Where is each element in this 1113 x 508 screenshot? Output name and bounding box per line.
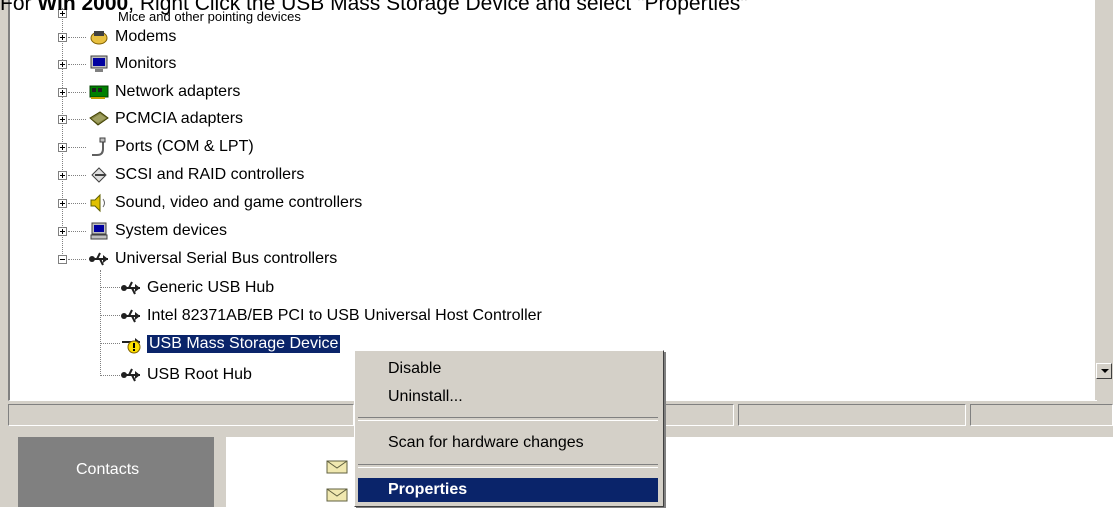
- expand-toggle-modems[interactable]: [58, 33, 67, 42]
- expand-toggle-monitors[interactable]: [58, 60, 67, 69]
- tree-item-usb-controllers[interactable]: Universal Serial Bus controllers: [88, 247, 337, 271]
- tree-item-system-devices[interactable]: System devices: [88, 219, 227, 243]
- modem-icon: [88, 27, 110, 47]
- menu-item-disable[interactable]: Disable: [358, 357, 658, 381]
- envelope-icon: [326, 459, 350, 480]
- system-device-icon: [88, 221, 110, 241]
- status-cell: [970, 404, 1113, 426]
- network-adapter-icon: [88, 82, 110, 102]
- tree-item-label: Intel 82371AB/EB PCI to USB Universal Ho…: [147, 307, 542, 324]
- tree-item-generic-usb-hub[interactable]: Generic USB Hub: [120, 276, 274, 300]
- usb-icon: [88, 249, 110, 269]
- device-manager-window: Mice and other pointing devices Modems M…: [0, 0, 1113, 402]
- tree-connector: [68, 64, 86, 65]
- tree-item-label: Universal Serial Bus controllers: [115, 250, 338, 267]
- menu-item-label: Properties: [388, 481, 468, 498]
- status-cell: [8, 404, 354, 426]
- tree-connector: [68, 147, 86, 148]
- tree-connector: [100, 287, 120, 288]
- expand-toggle-system[interactable]: [58, 227, 67, 236]
- contacts-label: Contacts: [76, 461, 140, 478]
- caption-prefix: For: [0, 0, 38, 15]
- device-tree-pane: Mice and other pointing devices Modems M…: [8, 0, 1097, 401]
- tree-item-modems[interactable]: Modems: [88, 25, 176, 49]
- tree-item-sound[interactable]: Sound, video and game controllers: [88, 191, 362, 215]
- menu-item-uninstall[interactable]: Uninstall...: [358, 385, 658, 409]
- tree-item-label: Modems: [115, 28, 177, 45]
- menu-item-properties[interactable]: Properties: [358, 478, 658, 502]
- tree-item-label: Ports (COM & LPT): [115, 138, 254, 155]
- tree-connector: [100, 315, 120, 316]
- menu-item-label: Uninstall...: [388, 388, 463, 405]
- monitor-icon: [88, 54, 110, 74]
- expand-toggle-pcmcia[interactable]: [58, 115, 67, 124]
- tree-connector: [68, 119, 86, 120]
- tree-connector: [68, 259, 86, 260]
- tree-item-usb-root-hub[interactable]: USB Root Hub: [120, 363, 252, 387]
- tree-item-label: Monitors: [115, 55, 177, 72]
- vertical-scrollbar[interactable]: [1095, 0, 1113, 400]
- collapse-toggle-usb[interactable]: [58, 255, 67, 264]
- tree-item-label: PCMCIA adapters: [115, 110, 244, 127]
- tree-connector: [100, 375, 120, 376]
- usb-icon: [120, 306, 142, 326]
- expand-toggle-sound[interactable]: [58, 199, 67, 208]
- expand-toggle-scsi[interactable]: [58, 171, 67, 180]
- contacts-shortcut[interactable]: Contacts: [18, 437, 214, 507]
- usb-branch-spine: [100, 270, 101, 376]
- menu-item-label: Disable: [388, 360, 442, 377]
- menu-separator: [358, 417, 658, 421]
- caption-suffix: , Right Click the USB Mass Storage Devic…: [128, 0, 748, 15]
- scroll-down-arrow-icon[interactable]: [1096, 363, 1112, 379]
- status-cell: [738, 404, 966, 426]
- context-menu: Disable Uninstall... Scan for hardware c…: [354, 350, 664, 507]
- pcmcia-icon: [88, 109, 110, 129]
- tree-item-intel-host-controller[interactable]: Intel 82371AB/EB PCI to USB Universal Ho…: [120, 304, 542, 328]
- usb-warning-icon: [120, 334, 142, 354]
- envelope-icon: [326, 487, 350, 508]
- tree-item-usb-mass-storage[interactable]: USB Mass Storage Device: [120, 332, 342, 356]
- usb-icon: [120, 365, 142, 385]
- scsi-icon: [88, 165, 110, 185]
- tree-item-label: Network adapters: [115, 83, 241, 100]
- tree-connector: [68, 203, 86, 204]
- tree-connector: [68, 231, 86, 232]
- tree-connector: [68, 37, 86, 38]
- tree-item-scsi[interactable]: SCSI and RAID controllers: [88, 163, 304, 187]
- status-cell: [664, 404, 734, 426]
- menu-item-scan[interactable]: Scan for hardware changes: [358, 431, 658, 455]
- sound-icon: [88, 193, 110, 213]
- tree-item-pcmcia[interactable]: PCMCIA adapters: [88, 107, 243, 131]
- tree-item-label: Sound, video and game controllers: [115, 194, 363, 211]
- tree-connector: [68, 92, 86, 93]
- menu-separator: [358, 464, 658, 468]
- caption-os-name: Win 2000: [37, 0, 129, 15]
- usb-icon: [120, 278, 142, 298]
- instruction-caption: For Win 2000, Right Click the USB Mass S…: [0, 0, 748, 16]
- tree-item-label-selected: USB Mass Storage Device: [145, 334, 342, 354]
- tree-item-label: USB Root Hub: [147, 366, 252, 383]
- tree-item-label: Generic USB Hub: [147, 279, 275, 296]
- expand-toggle-ports[interactable]: [58, 143, 67, 152]
- port-icon: [88, 137, 110, 157]
- tree-connector: [100, 343, 120, 344]
- tree-item-ports[interactable]: Ports (COM & LPT): [88, 135, 254, 159]
- menu-item-label: Scan for hardware changes: [388, 434, 584, 451]
- tree-spine: [62, 8, 63, 262]
- expand-toggle-network[interactable]: [58, 88, 67, 97]
- tree-item-label: SCSI and RAID controllers: [115, 166, 305, 183]
- tree-item-network-adapters[interactable]: Network adapters: [88, 80, 240, 104]
- tree-connector: [68, 175, 86, 176]
- tree-item-monitors[interactable]: Monitors: [88, 52, 176, 76]
- tree-item-label: System devices: [115, 222, 228, 239]
